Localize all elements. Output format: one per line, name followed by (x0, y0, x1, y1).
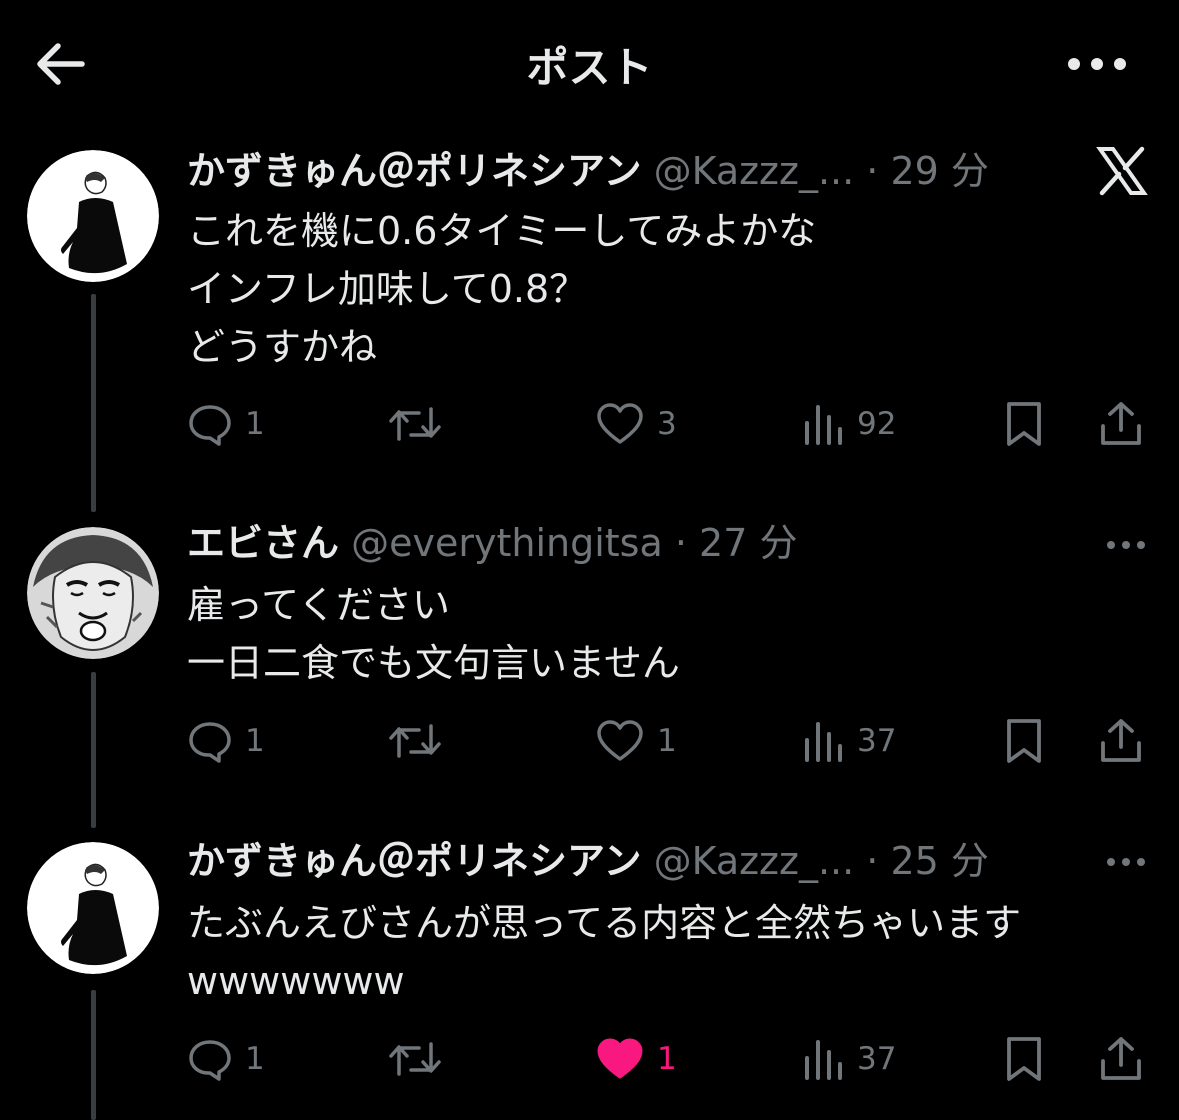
views-button[interactable]: 92 (799, 394, 896, 454)
repost-icon (389, 1042, 441, 1076)
post-text-line: たぶんえびさんが思ってる内容と全然ちゃいます (187, 901, 1022, 945)
post-header: かずきゅん＠ポリネシアン @Kazzz_... · 29 分 (187, 146, 989, 196)
display-name[interactable]: かずきゅん＠ポリネシアン (187, 149, 641, 193)
thread-connector (91, 672, 96, 828)
action-bar: 1 1 37 (187, 1029, 1147, 1089)
view-count: 92 (857, 406, 897, 442)
bookmark-button[interactable] (1002, 1029, 1046, 1089)
like-button[interactable]: 3 (595, 394, 677, 454)
post-header: かずきゅん＠ポリネシアン @Kazzz_... · 25 分 (187, 836, 989, 886)
reply-button[interactable]: 1 (187, 394, 265, 454)
like-count: 1 (657, 1041, 677, 1077)
share-icon (1101, 402, 1141, 445)
reply-count: 1 (245, 723, 265, 759)
user-handle[interactable]: @everythingitsa (351, 521, 663, 565)
reply-icon (189, 1040, 231, 1081)
post-time[interactable]: · 25 分 (866, 839, 989, 883)
repost-button[interactable] (387, 394, 455, 454)
reply-icon (189, 722, 231, 763)
reply-button[interactable]: 1 (187, 1029, 265, 1089)
more-options-icon[interactable] (1104, 854, 1148, 868)
post-time[interactable]: · 29 分 (866, 149, 989, 193)
top-bar: ポスト (0, 0, 1179, 125)
x-logo-icon (1096, 146, 1148, 196)
post-text-line: 一日二食でも文句言いません (187, 641, 680, 685)
reply-count: 1 (245, 1041, 265, 1077)
heart-icon (597, 403, 643, 444)
share-button[interactable] (1097, 394, 1145, 454)
bookmark-button[interactable] (1002, 711, 1046, 771)
bookmark-icon (1007, 1037, 1041, 1081)
action-bar: 1 1 37 (187, 711, 1147, 771)
user-handle[interactable]: @Kazzz_... (654, 839, 855, 883)
share-icon (1101, 719, 1141, 762)
avatar[interactable] (27, 150, 159, 282)
post-time[interactable]: · 27 分 (675, 521, 798, 565)
post-text-line: これを機に0.6タイミーしてみよかな (187, 209, 817, 253)
heart-filled-icon (597, 1038, 643, 1079)
repost-icon (389, 407, 441, 441)
repost-button[interactable] (387, 711, 455, 771)
more-options-icon[interactable] (1064, 50, 1130, 78)
bookmark-icon (1007, 719, 1041, 763)
views-chart-icon (805, 1040, 842, 1080)
views-chart-icon (805, 722, 842, 762)
user-handle[interactable]: @Kazzz_... (654, 149, 855, 193)
heart-icon (597, 720, 643, 761)
post-text-line: 雇ってください (187, 583, 450, 627)
share-button[interactable] (1097, 1029, 1145, 1089)
share-icon (1101, 1037, 1141, 1080)
reply-count: 1 (245, 406, 265, 442)
thread-connector (91, 990, 96, 1120)
post-text-line: wwwwwww (187, 959, 405, 1003)
like-button[interactable]: 1 (595, 1029, 677, 1089)
reply-button[interactable]: 1 (187, 711, 265, 771)
post-header: エビさん @everythingitsa · 27 分 (187, 518, 797, 568)
like-button[interactable]: 1 (595, 711, 677, 771)
view-count: 37 (857, 723, 897, 759)
repost-button[interactable] (387, 1029, 455, 1089)
repost-icon (389, 724, 441, 758)
thread-connector (91, 294, 96, 512)
display-name[interactable]: エビさん (187, 521, 339, 565)
like-count: 3 (657, 406, 677, 442)
action-bar: 1 3 92 (187, 394, 1147, 454)
view-count: 37 (857, 1041, 897, 1077)
page-title: ポスト (526, 43, 653, 92)
display-name[interactable]: かずきゅん＠ポリネシアン (187, 839, 641, 883)
avatar[interactable] (27, 842, 159, 974)
reply-icon (189, 405, 231, 446)
views-chart-icon (805, 405, 842, 445)
bookmark-icon (1007, 402, 1041, 446)
post-text-line: どうすかね (187, 325, 378, 369)
views-button[interactable]: 37 (799, 711, 896, 771)
avatar[interactable] (27, 527, 159, 659)
bookmark-button[interactable] (1002, 394, 1046, 454)
views-button[interactable]: 37 (799, 1029, 896, 1089)
share-button[interactable] (1097, 711, 1145, 771)
like-count: 1 (657, 723, 677, 759)
post-text-line: インフレ加味して0.8？ (187, 267, 588, 311)
more-options-icon[interactable] (1104, 537, 1148, 551)
